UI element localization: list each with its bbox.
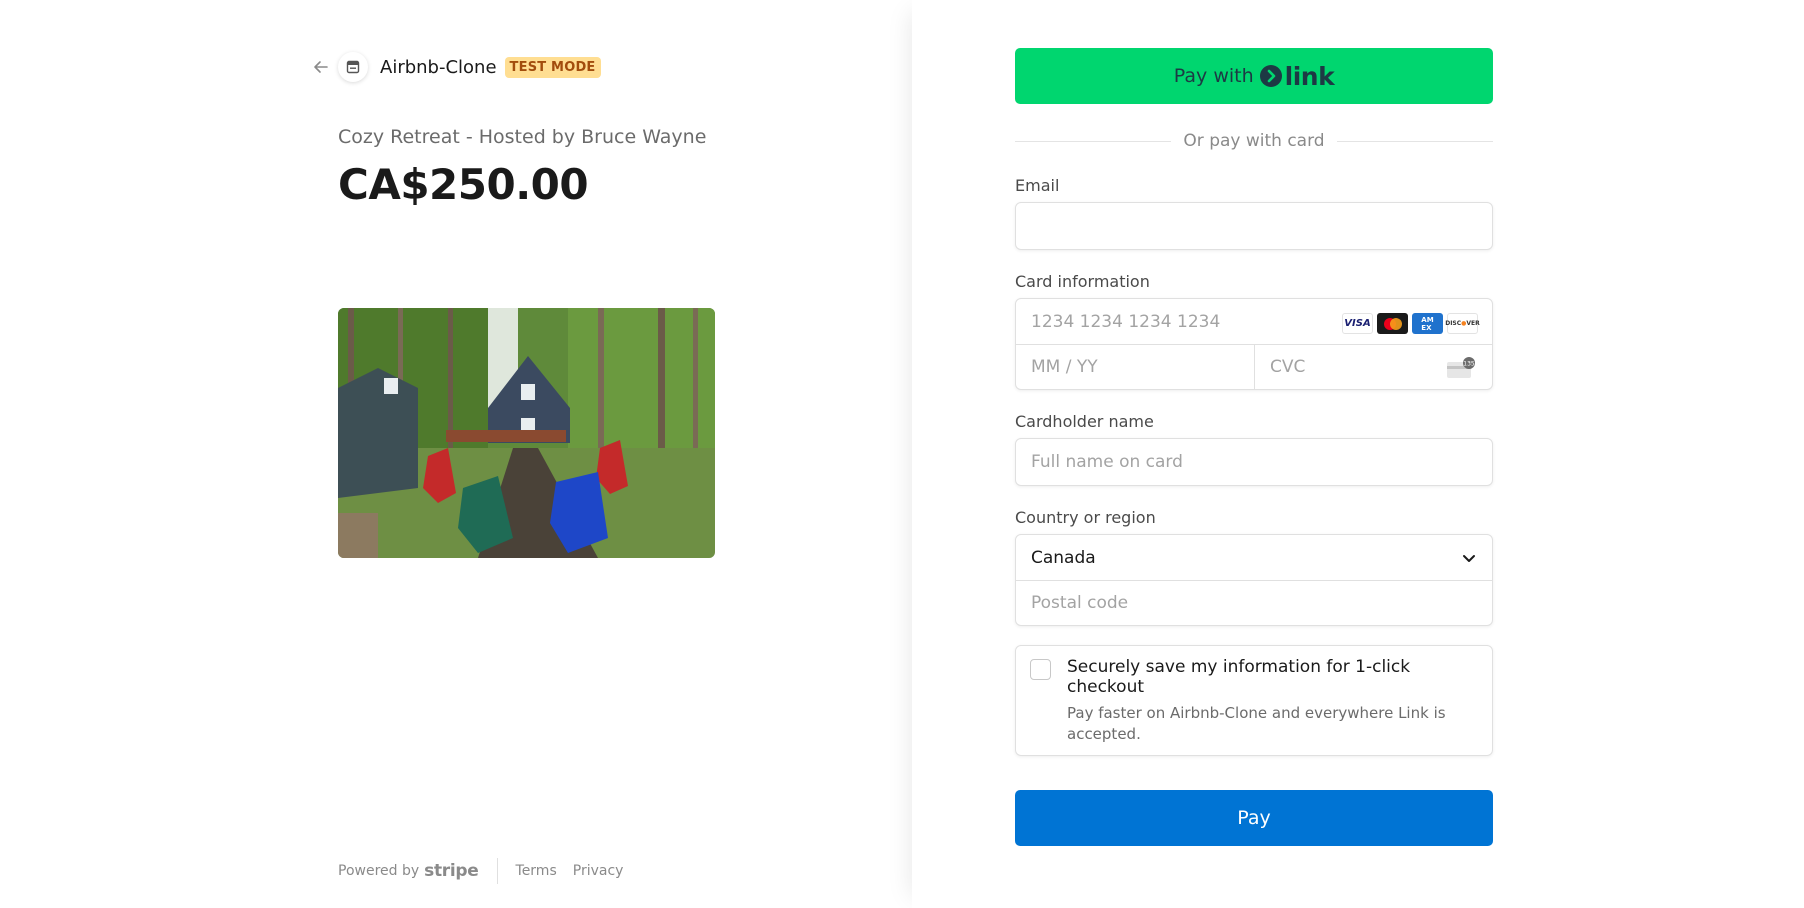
email-field[interactable]: [1015, 202, 1493, 250]
discover-icon: DISC ● VER: [1445, 313, 1480, 334]
svg-text:135: 135: [1463, 361, 1475, 368]
back-button[interactable]: [310, 56, 332, 78]
card-info-group: VISA AMEX DISC●VER 135: [1015, 298, 1493, 390]
card-brands: VISA AM EX DISC ● VER: [1342, 313, 1480, 334]
stripe-logo: stripe: [424, 861, 479, 881]
privacy-link[interactable]: Privacy: [573, 863, 624, 879]
or-divider-text: Or pay with card: [1183, 131, 1325, 151]
payment-form: Pay with link Or pay with card Email Car…: [1015, 48, 1494, 846]
powered-by-stripe[interactable]: Powered by stripe: [338, 861, 479, 881]
powered-by-text: Powered by: [338, 863, 420, 879]
postal-row: [1016, 580, 1492, 625]
cardholder-label: Cardholder name: [1015, 412, 1154, 431]
country-label: Country or region: [1015, 508, 1156, 527]
merchant-logo: [338, 52, 368, 82]
divider-line-left: [1015, 140, 1172, 142]
cabin-photo: [338, 308, 715, 558]
country-select[interactable]: Canada: [1016, 535, 1492, 580]
store-icon: [346, 60, 360, 74]
test-mode-badge: TEST MODE: [504, 56, 601, 78]
product-image: [338, 308, 715, 558]
save-info-text: Securely save my information for 1-click…: [1067, 657, 1478, 745]
cvc-cell: 135: [1254, 345, 1492, 389]
footer-divider: [496, 858, 498, 884]
expiry-input[interactable]: [1016, 345, 1254, 389]
terms-link[interactable]: Terms: [516, 863, 557, 879]
or-divider: Or pay with card: [1015, 130, 1494, 152]
visa-icon: VISA: [1342, 313, 1373, 334]
save-info-subtitle: Pay faster on Airbnb-Clone and everywher…: [1067, 704, 1446, 743]
card-expiry-cvc-row: 135: [1016, 344, 1492, 389]
mastercard-icon: [1377, 313, 1408, 334]
product-name: Cozy Retreat - Hosted by Bruce Wayne: [338, 126, 707, 148]
summary-pane: Airbnb-Clone TEST MODE Cozy Retreat - Ho…: [0, 0, 912, 908]
country-postal-group: Canada: [1015, 534, 1493, 626]
postal-code-input[interactable]: [1016, 581, 1492, 625]
divider-line-right: [1336, 140, 1494, 142]
pay-with-link-button[interactable]: Pay with link: [1015, 48, 1493, 104]
pay-button[interactable]: Pay: [1015, 790, 1493, 846]
save-info-title: Securely save my information for 1-click…: [1067, 657, 1411, 697]
email-label: Email: [1015, 176, 1060, 195]
chevron-down-icon: [1463, 554, 1475, 562]
link-logo: link: [1259, 61, 1335, 91]
merchant-name: Airbnb-Clone: [380, 56, 497, 78]
cvc-card-icon: 135: [1447, 357, 1475, 378]
amex-icon: AM EX: [1412, 313, 1443, 334]
save-info-box: Securely save my information for 1-click…: [1015, 645, 1493, 756]
link-word: link: [1284, 61, 1335, 91]
product-price: CA$250.00: [338, 160, 589, 209]
pay-with-text: Pay with: [1173, 65, 1254, 87]
country-value: Canada: [1031, 547, 1096, 568]
card-info-label: Card information: [1015, 272, 1150, 291]
arrow-left-icon: [314, 61, 328, 73]
merchant-header: Airbnb-Clone TEST MODE: [310, 52, 601, 82]
expiry-cell: [1016, 345, 1254, 389]
card-number-row: VISA AMEX DISC●VER: [1016, 299, 1492, 344]
footer: Powered by stripe Terms Privacy: [338, 858, 639, 884]
link-arrow-icon: [1259, 65, 1282, 87]
cardholder-name-input[interactable]: [1015, 438, 1493, 486]
save-info-checkbox[interactable]: [1030, 659, 1051, 680]
